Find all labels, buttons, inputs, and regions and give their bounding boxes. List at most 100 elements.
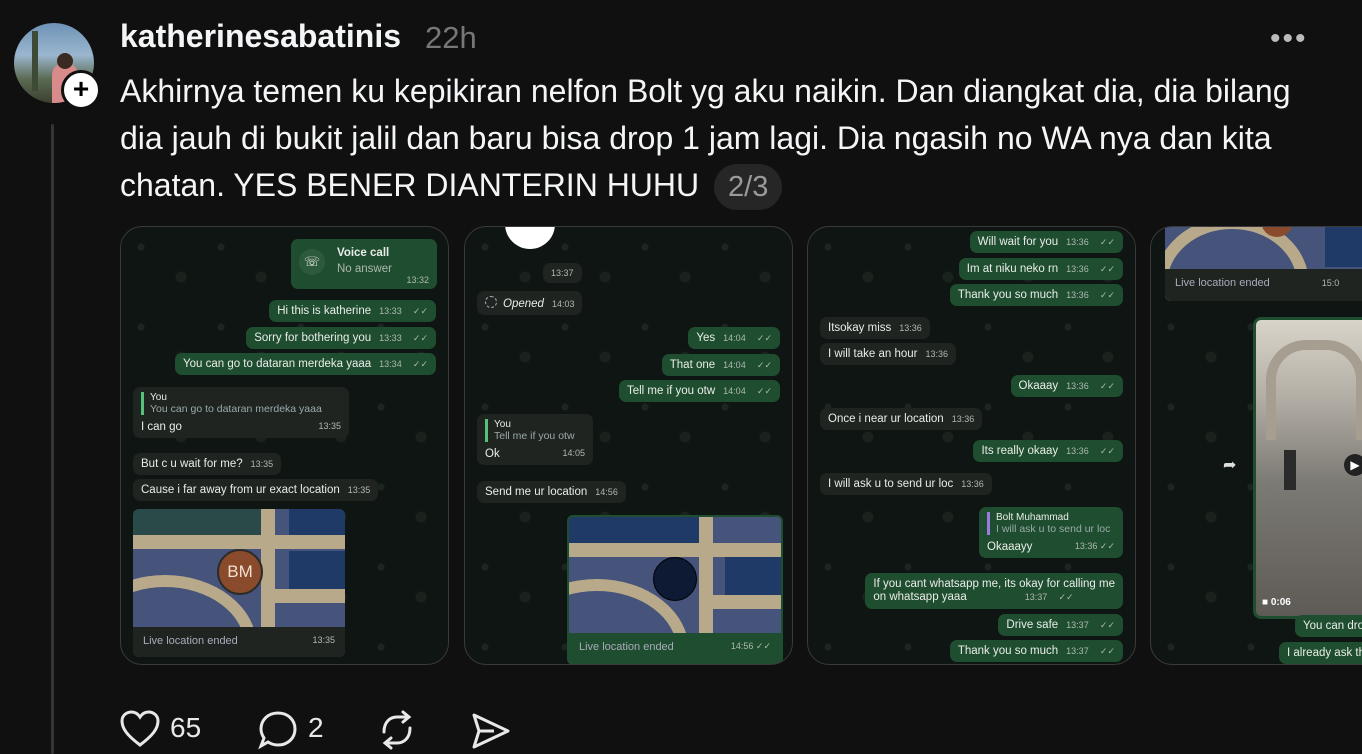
map-road (275, 589, 345, 603)
thread-line (51, 124, 54, 754)
message-bubble: I will take an hour 13:36 (820, 343, 957, 365)
message-text: Once i near ur location (828, 413, 944, 425)
live-location-map[interactable]: Live location ended 15:0 (1165, 227, 1362, 301)
avatar-palm-shape (32, 31, 38, 91)
chat-screenshot-4[interactable]: Live location ended 15:0 ➦ ▶ ■ 0:06 You c… (1150, 226, 1362, 665)
message-text: Hi this is katherine (277, 305, 372, 317)
message-bubble: Hi this is katherine 13:33 ✓✓ (269, 300, 436, 322)
live-location-map[interactable]: Live location ended 14:56 ✓✓ (567, 515, 783, 664)
message-bubble: Once i near ur location 13:36 (820, 408, 983, 430)
message-time: 13:36 (951, 414, 975, 424)
message-time-wrap: 13:36 ✓✓ (1074, 541, 1115, 551)
map-tile (569, 517, 699, 543)
view-once-bubble: Opened 14:03 (477, 291, 583, 315)
message-text: Yes (696, 332, 716, 344)
message-text: I will take an hour (828, 348, 918, 360)
map-footer-label: Live location ended (143, 635, 238, 647)
forward-icon[interactable]: ➦ (1223, 455, 1236, 475)
message-text: Drive safe (1006, 619, 1059, 631)
message-text: on whatsapp yaaa (873, 591, 967, 603)
message-time: 14:56 (595, 487, 618, 497)
map-footer-time: 15:0 (1321, 278, 1340, 288)
post-time: 22h (425, 20, 477, 55)
message-time: 13:35 (347, 485, 371, 495)
map-road (133, 535, 345, 549)
map-road (261, 509, 275, 629)
map-footer: Live location ended 15:0 (1165, 269, 1362, 301)
double-check-icon: ✓✓ (1099, 646, 1115, 656)
repost-icon[interactable] (376, 710, 418, 750)
message-bubble: I will ask u to send ur loc 13:36 (820, 473, 992, 495)
voice-call-bubble: ☏ Voice call No answer 13:32 (291, 239, 437, 289)
location-pin-icon (653, 557, 697, 601)
message-time: 13:37 (1066, 620, 1089, 630)
quote-text: Tell me if you otw (494, 430, 575, 442)
chat-screenshot-1[interactable]: ☏ Voice call No answer 13:32 Hi this is … (120, 226, 449, 665)
message-text: Okaaay (1018, 380, 1059, 392)
play-icon[interactable]: ▶ (1344, 454, 1362, 476)
message-time: 13:35 (250, 459, 274, 469)
comment-bubble-icon[interactable] (258, 710, 298, 750)
like-heart-icon[interactable] (120, 710, 160, 748)
message-bubble: You can dro (1295, 615, 1362, 637)
message-time: 13:36 (899, 323, 922, 333)
message-bubble: Itsokay miss 13:36 (820, 317, 930, 339)
avatar-head-shape (57, 53, 73, 69)
opened-icon (485, 296, 497, 308)
opened-label: Opened (503, 298, 544, 310)
message-text: Sorry for bothering you (254, 332, 372, 344)
quoted-message: Bolt Muhammad I will ask u to send ur loc (987, 512, 1115, 535)
message-bubble: Cause i far away from ur exact location 1… (133, 479, 379, 501)
map-tile (289, 551, 345, 589)
video-duration: ■ 0:06 (1262, 597, 1291, 608)
map-road (699, 517, 713, 633)
reply-bubble: You Tell me if you otw Ok 14:05 (477, 414, 593, 465)
quote-author: You (150, 392, 167, 403)
message-text: If you cant whatsapp me, its okay for ca… (873, 578, 1115, 590)
message-bubble: You can go to dataran merdeka yaaa 13:34 … (174, 353, 436, 375)
more-options-icon[interactable]: ••• (1270, 22, 1308, 56)
map-road (713, 595, 781, 609)
message-text: You can go to dataran merdeka yaaa (182, 358, 372, 370)
map-tile (289, 509, 345, 535)
contact-avatar: BM (217, 549, 263, 595)
chat-screenshot-3[interactable]: Will wait for you 13:36 ✓✓ Im at niku nek… (807, 226, 1136, 665)
message-bubble: That one 14:04 ✓✓ (661, 354, 780, 376)
map-tile (725, 557, 781, 595)
double-check-icon: ✓✓ (412, 306, 428, 316)
reply-bubble: Bolt Muhammad I will ask u to send ur loc… (979, 507, 1123, 558)
message-time: 13:36 (1066, 381, 1089, 391)
post-text: Akhirnya temen ku kepikiran nelfon Bolt … (120, 68, 1335, 210)
map-footer-time: 13:35 (312, 635, 335, 645)
map-footer-time-wrap: 14:56 ✓✓ (730, 641, 771, 651)
message-time: 14:04 (723, 360, 746, 370)
phone-icon: ☏ (299, 249, 325, 275)
double-check-icon: ✓✓ (756, 386, 772, 396)
message-time: 13:36 (1066, 237, 1089, 247)
double-check-icon: ✓✓ (1099, 237, 1115, 247)
message-time: 13:36 (925, 349, 949, 359)
map-footer-label: Live location ended (579, 641, 674, 653)
voice-call-time: 13:32 (406, 275, 429, 285)
chat-screenshot-2[interactable]: 13:37 Opened 14:03 Yes 14:04 ✓✓ That one 14… (464, 226, 793, 665)
message-bubble: Its really okaay 13:36 ✓✓ (973, 440, 1123, 462)
sticker-image (505, 227, 555, 249)
message-time: 13:33 (379, 306, 402, 316)
username[interactable]: katherinesabatinis (120, 18, 401, 55)
message-bubble: If you cant whatsapp me, its okay for ca… (865, 573, 1123, 609)
message-time: 13:36 (1066, 290, 1089, 300)
video-time: 0:06 (1270, 597, 1291, 608)
video-message[interactable]: ▶ ■ 0:06 (1253, 317, 1362, 619)
share-send-icon[interactable] (470, 712, 512, 750)
message-time: 13:34 (379, 359, 402, 369)
double-check-icon: ✓✓ (1058, 592, 1074, 602)
double-check-icon: ✓✓ (1099, 381, 1115, 391)
reply-bubble: You You can go to dataran merdeka yaaa I … (133, 387, 349, 438)
message-time: 13:37 (1066, 646, 1089, 656)
message-bubble: Thank you so much 13:37 ✓✓ (949, 640, 1123, 662)
follow-plus-icon[interactable]: + (61, 70, 101, 110)
double-check-icon: ✓✓ (412, 333, 428, 343)
live-location-map[interactable]: BM Live location ended 13:35 (133, 509, 345, 657)
message-time: 13:36 (1074, 541, 1098, 551)
voice-call-title: Voice call (337, 247, 390, 259)
